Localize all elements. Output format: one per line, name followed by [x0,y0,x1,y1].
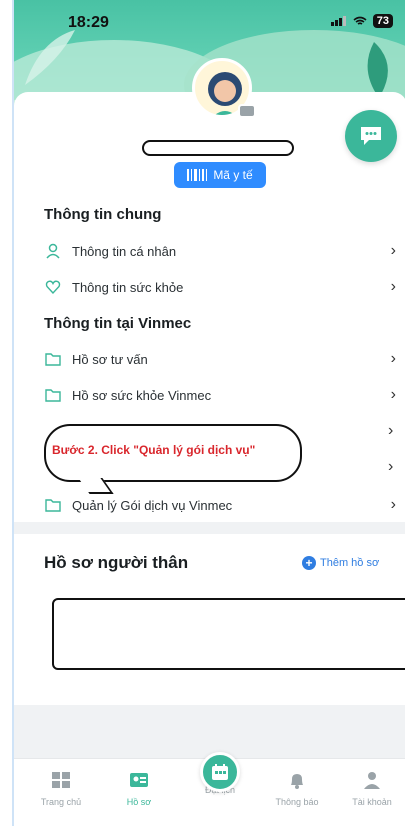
chevron-right-icon[interactable]: › [388,458,393,476]
section-title-vinmec: Thông tin tại Vinmec [44,315,192,332]
home-grid-icon [52,772,70,788]
status-time: 18:29 [68,14,109,31]
person-icon [44,242,62,260]
barcode-icon [187,169,208,181]
status-bar: 18:29 73 [14,0,405,44]
ma-y-te-button[interactable]: Mã y tế [174,162,266,188]
menu-item-manage-service-packages[interactable]: Quản lý Gói dịch vụ Vinmec › [44,487,396,523]
leaf-decoration-icon [367,42,388,98]
folder-icon [44,350,62,368]
chat-icon [361,127,381,145]
chevron-right-icon: › [390,386,396,403]
chevron-right-icon: › [390,350,396,367]
chevron-right-icon: › [390,242,396,259]
battery-indicator: 73 [372,14,393,28]
folder-icon [44,496,62,514]
menu-item-vinmec-health-records[interactable]: Hồ sơ sức khỏe Vinmec › [44,377,396,413]
tab-label: Tài khoản [352,797,392,807]
relatives-title: Hồ sơ người thân [44,553,189,572]
callout-text: Bước 2. Click "Quản lý gói dịch vụ" [52,443,256,457]
heart-icon [44,278,62,296]
calendar-icon [212,764,228,780]
menu-item-consult-records[interactable]: Hồ sơ tư vấn › [44,341,396,377]
plus-icon: + [302,556,316,570]
add-relative-button[interactable]: + Thêm hồ sơ [302,556,379,570]
camera-icon[interactable] [238,104,256,118]
section-divider [14,522,405,534]
ma-y-te-label: Mã y tế [213,168,253,182]
tab-notifications[interactable]: Thông báo [262,771,332,807]
tab-home[interactable]: Trang chủ [26,771,96,807]
bottom-spacer [14,705,405,758]
folder-icon [44,386,62,404]
tab-label: Thông báo [275,797,319,807]
menu-item-label: Hồ sơ sức khỏe Vinmec [72,387,212,403]
relatives-list-redacted [52,598,405,670]
signal-icon [330,16,346,26]
app-screen: 18:29 73 Mã y tế Thông tin chung Thông t… [12,0,405,826]
add-relative-label: Thêm hồ sơ [320,557,380,569]
booking-button[interactable] [200,752,240,792]
tab-profile[interactable]: Hồ sơ [104,771,174,807]
status-icons: 73 [330,14,393,28]
menu-item-label: Thông tin sức khỏe [72,279,184,295]
chevron-right-icon[interactable]: › [388,422,393,440]
profile-card-icon [130,773,148,787]
chevron-right-icon: › [390,278,396,295]
bell-icon [291,774,303,789]
menu-item-label: Thông tin cá nhân [72,243,177,259]
tab-account[interactable]: Tài khoản [337,771,405,807]
chevron-right-icon: › [390,496,396,513]
profile-name-redacted [142,140,294,156]
user-icon [364,772,380,789]
section-title-general: Thông tin chung [44,206,162,223]
wifi-icon [353,16,367,25]
menu-item-label: Quản lý Gói dịch vụ Vinmec [72,497,233,513]
menu-item-health-info[interactable]: Thông tin sức khỏe › [44,269,396,305]
menu-item-personal-info[interactable]: Thông tin cá nhân › [44,233,396,269]
chat-button[interactable] [345,110,397,162]
tab-label: Hồ sơ [126,797,152,807]
menu-item-label: Hồ sơ tư vấn [72,351,148,367]
tab-label: Trang chủ [40,797,82,807]
